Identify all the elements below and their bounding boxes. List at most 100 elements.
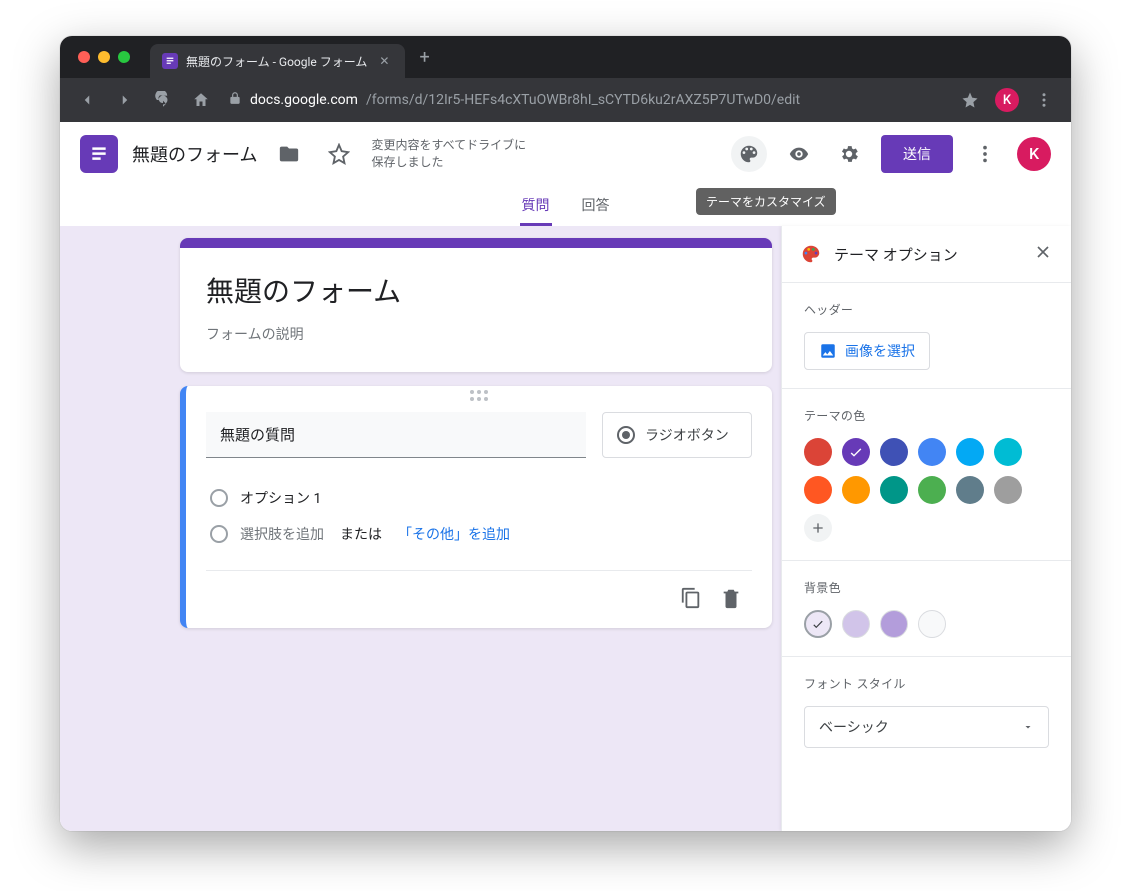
duplicate-icon[interactable]: [680, 587, 702, 613]
browser-menu-button[interactable]: [1027, 83, 1061, 117]
theme-panel: テーマ オプション ヘッダー 画像を選択 テーマの色 背景色 フォント スタイル: [781, 226, 1071, 831]
settings-icon[interactable]: [831, 136, 867, 172]
form-title[interactable]: 無題のフォーム: [206, 270, 746, 310]
chevron-down-icon: [1022, 721, 1034, 733]
background-section: 背景色: [782, 561, 1071, 657]
send-button[interactable]: 送信: [881, 135, 953, 173]
or-text: または: [340, 524, 382, 544]
radio-icon: [617, 426, 635, 444]
star-icon[interactable]: [321, 136, 357, 172]
maximize-window-button[interactable]: [118, 51, 130, 63]
theme-color-swatches: [804, 438, 1049, 542]
theme-header-section: ヘッダー 画像を選択: [782, 283, 1071, 389]
form-tabs: 質問 回答: [60, 186, 1071, 226]
minimize-window-button[interactable]: [98, 51, 110, 63]
browser-window: 無題のフォーム - Google フォーム ✕ + docs.google.co…: [60, 36, 1071, 831]
theme-color-swatch[interactable]: [918, 476, 946, 504]
theme-color-swatch[interactable]: [842, 476, 870, 504]
url-domain: docs.google.com: [250, 92, 358, 108]
theme-color-swatch[interactable]: [918, 438, 946, 466]
document-title[interactable]: 無題のフォーム: [132, 141, 257, 167]
new-tab-button[interactable]: +: [419, 47, 429, 68]
address-bar[interactable]: docs.google.com/forms/d/12Ir5-HEFs4cXTuO…: [228, 91, 949, 109]
add-color-button[interactable]: [804, 514, 832, 542]
theme-button[interactable]: [731, 136, 767, 172]
theme-color-section: テーマの色: [782, 389, 1071, 561]
app-content: 無題のフォーム 変更内容をすべてドライブに 保存しました 送信 K テーマをカス…: [60, 122, 1071, 831]
drag-handle-icon[interactable]: [467, 390, 491, 401]
background-swatch[interactable]: [842, 610, 870, 638]
theme-panel-title: テーマ オプション: [834, 244, 1021, 265]
forward-button[interactable]: [108, 83, 142, 117]
background-swatch[interactable]: [918, 610, 946, 638]
forms-logo[interactable]: [80, 135, 118, 173]
question-type-label: ラジオボタン: [645, 425, 729, 445]
question-type-select[interactable]: ラジオボタン: [602, 412, 752, 458]
question-title-input[interactable]: [206, 412, 586, 458]
theme-color-label: テーマの色: [804, 407, 1049, 424]
theme-color-swatch[interactable]: [956, 438, 984, 466]
url-path: /forms/d/12Ir5-HEFs4cXTuOWBr8hI_sCYTD6ku…: [366, 92, 800, 108]
tab-title: 無題のフォーム - Google フォーム: [186, 53, 367, 70]
option-row[interactable]: オプション 1: [210, 480, 748, 516]
tab-strip: 無題のフォーム - Google フォーム ✕ +: [150, 36, 430, 78]
font-select[interactable]: ベーシック: [804, 706, 1049, 748]
home-button[interactable]: [184, 83, 218, 117]
choose-image-button[interactable]: 画像を選択: [804, 332, 930, 370]
window-controls: [78, 51, 130, 63]
account-avatar[interactable]: K: [1017, 137, 1051, 171]
save-status-line1: 変更内容をすべてドライブに: [371, 137, 526, 154]
font-section: フォント スタイル ベーシック: [782, 657, 1071, 766]
close-panel-button[interactable]: [1033, 242, 1053, 266]
background-label: 背景色: [804, 579, 1049, 596]
background-swatch[interactable]: [880, 610, 908, 638]
theme-color-swatch[interactable]: [804, 438, 832, 466]
background-swatch[interactable]: [804, 610, 832, 638]
bookmark-star-icon[interactable]: [953, 83, 987, 117]
question-footer: [206, 570, 752, 628]
theme-color-swatch[interactable]: [880, 438, 908, 466]
back-button[interactable]: [70, 83, 104, 117]
profile-avatar[interactable]: K: [995, 88, 1019, 112]
theme-color-swatch[interactable]: [956, 476, 984, 504]
app-header: 無題のフォーム 変更内容をすべてドライブに 保存しました 送信 K: [60, 122, 1071, 186]
options-list: オプション 1 選択肢を追加 または 「その他」を追加: [206, 458, 752, 560]
theme-color-swatch[interactable]: [994, 438, 1022, 466]
add-option-link[interactable]: 選択肢を追加: [240, 524, 324, 544]
reload-button[interactable]: [146, 83, 180, 117]
tab-responses[interactable]: 回答: [580, 187, 612, 226]
save-status-line2: 保存しました: [371, 154, 526, 171]
radio-outline-icon: [210, 489, 228, 507]
folder-icon[interactable]: [271, 136, 307, 172]
more-menu-button[interactable]: [967, 136, 1003, 172]
lock-icon: [228, 91, 242, 109]
background-swatches: [804, 610, 1049, 638]
add-other-link[interactable]: 「その他」を追加: [398, 524, 510, 544]
theme-tooltip: テーマをカスタマイズ: [696, 188, 836, 215]
font-value: ベーシック: [819, 717, 889, 737]
form-header-card[interactable]: 無題のフォーム フォームの説明: [180, 238, 772, 372]
add-option-row: 選択肢を追加 または 「その他」を追加: [210, 516, 748, 552]
browser-tab[interactable]: 無題のフォーム - Google フォーム ✕: [150, 44, 405, 78]
toolbar: docs.google.com/forms/d/12Ir5-HEFs4cXTuO…: [60, 78, 1071, 122]
titlebar: 無題のフォーム - Google フォーム ✕ +: [60, 36, 1071, 78]
theme-panel-header: テーマ オプション: [782, 226, 1071, 283]
palette-icon: [800, 243, 822, 265]
tab-questions[interactable]: 質問: [520, 187, 552, 226]
question-card[interactable]: ラジオボタン オプション 1 選択肢を追加 または 「その他」を追加: [180, 386, 772, 628]
theme-color-swatch[interactable]: [994, 476, 1022, 504]
save-status: 変更内容をすべてドライブに 保存しました: [371, 137, 526, 171]
theme-color-swatch[interactable]: [804, 476, 832, 504]
header-section-label: ヘッダー: [804, 301, 1049, 318]
choose-image-label: 画像を選択: [845, 341, 915, 361]
close-window-button[interactable]: [78, 51, 90, 63]
theme-color-swatch[interactable]: [842, 438, 870, 466]
form-description[interactable]: フォームの説明: [206, 324, 746, 344]
font-label: フォント スタイル: [804, 675, 1049, 692]
delete-icon[interactable]: [720, 587, 742, 613]
radio-outline-icon: [210, 525, 228, 543]
preview-icon[interactable]: [781, 136, 817, 172]
option-label[interactable]: オプション 1: [240, 488, 321, 508]
theme-color-swatch[interactable]: [880, 476, 908, 504]
close-tab-button[interactable]: ✕: [375, 54, 393, 68]
